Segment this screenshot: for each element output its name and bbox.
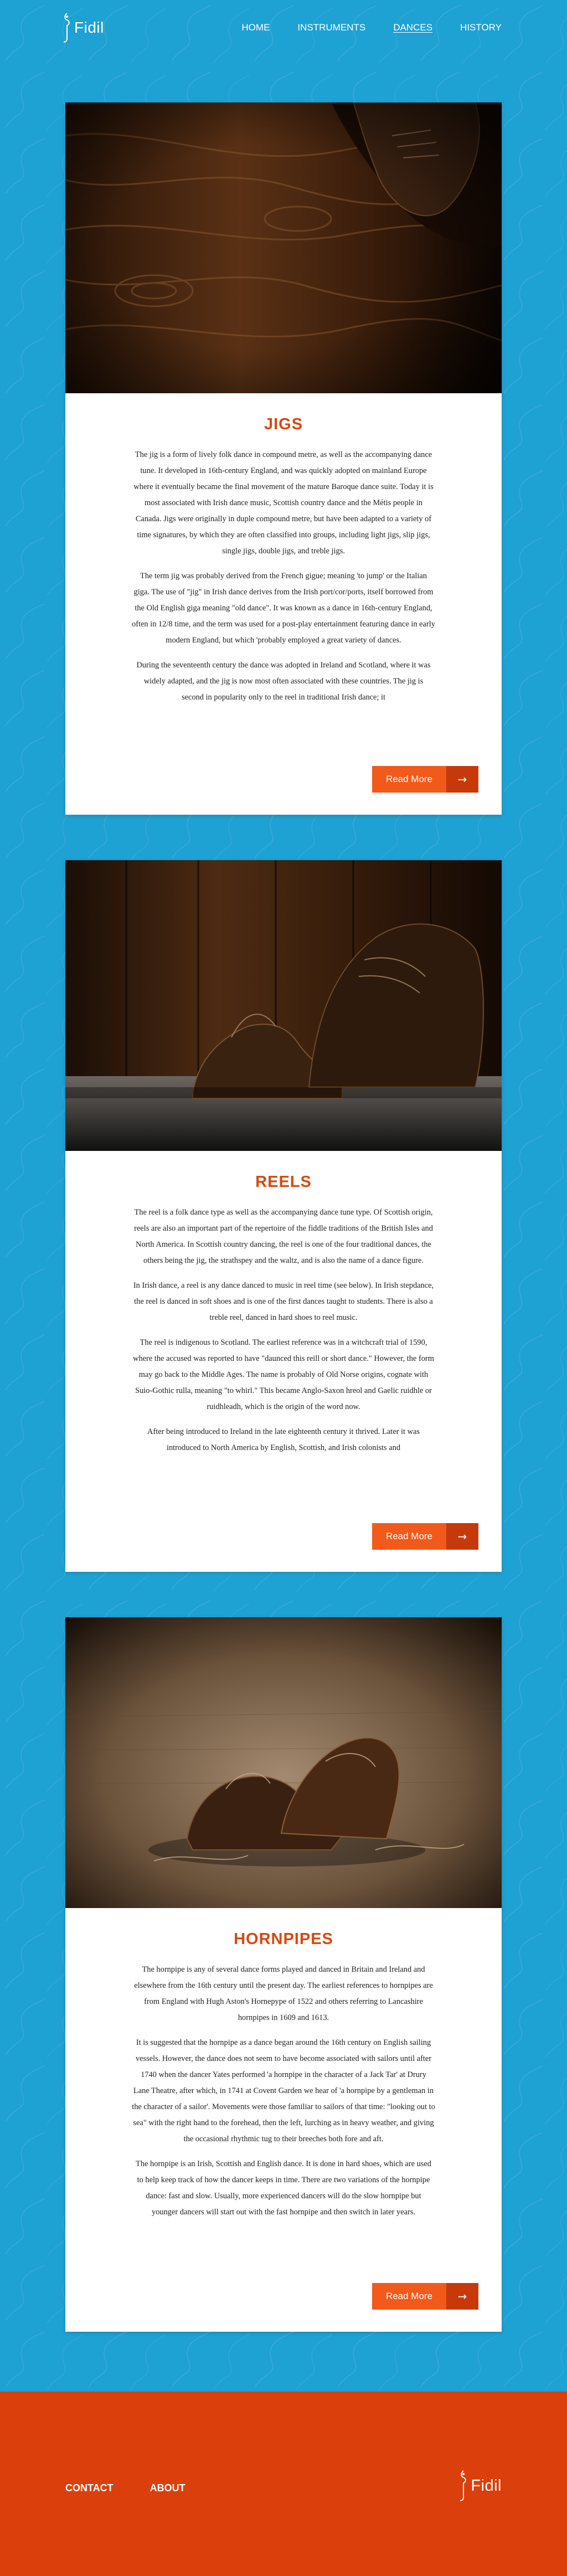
paragraph: The hornpipe is any of several dance for… [134, 1965, 433, 2022]
section-title: REELS [255, 1173, 312, 1191]
fiddle-scroll-icon [63, 13, 70, 43]
dance-shoe-photo [65, 1617, 502, 1908]
footer-links: CONTACT ABOUT [65, 2482, 222, 2494]
read-more-button[interactable]: Read More → [372, 766, 478, 793]
dance-shoe-photo [65, 860, 502, 1151]
top-navigation: Fidil HOME INSTRUMENTS DANCES HISTORY [0, 0, 567, 55]
nav-item-home[interactable]: HOME [241, 22, 270, 33]
paragraph: The jig is a form of lively folk dance i… [133, 450, 434, 556]
arrow-right-icon: → [446, 766, 478, 793]
section-text: The jig is a form of lively folk dance i… [99, 447, 468, 714]
nav-item-instruments[interactable]: INSTRUMENTS [297, 22, 365, 33]
footer-link-about[interactable]: ABOUT [150, 2482, 185, 2494]
section-title: HORNPIPES [234, 1930, 333, 1948]
section-card-hornpipes: HORNPIPES The hornpipe is any of several… [65, 1617, 502, 2332]
paragraph: It is suggested that the hornpipe as a d… [132, 2038, 435, 2143]
nav-item-dances[interactable]: DANCES [393, 22, 432, 33]
footer-link-contact[interactable]: CONTACT [65, 2482, 114, 2494]
main-menu: HOME INSTRUMENTS DANCES HISTORY [214, 22, 502, 33]
read-more-button[interactable]: Read More → [372, 2283, 478, 2310]
read-more-label: Read More [385, 2291, 433, 2301]
paragraph: The hornpipe is an Irish, Scottish and E… [136, 2159, 431, 2217]
paragraph: The reel is indigenous to Scotland. The … [133, 1338, 434, 1411]
dance-shoe-photo [65, 102, 502, 393]
nav-item-history[interactable]: HISTORY [460, 22, 502, 33]
footer: CONTACT ABOUT Fidil [0, 2392, 567, 2576]
read-more-label: Read More [385, 1531, 433, 1541]
paragraph: During the seventeenth century the dance… [136, 661, 431, 702]
paragraph: The term jig was probably derived from t… [132, 572, 435, 645]
section-body: HORNPIPES The hornpipe is any of several… [65, 1908, 502, 2251]
section-card-reels: REELS The reel is a folk dance type as w… [65, 860, 502, 1572]
arrow-right-icon: → [446, 1523, 478, 1550]
section-body: JIGS The jig is a form of lively folk da… [65, 393, 502, 737]
brand-logo[interactable]: Fidil [62, 12, 104, 43]
arrow-right-icon: → [446, 2283, 478, 2310]
section-card-jigs: JIGS The jig is a form of lively folk da… [65, 102, 502, 815]
brand-name: Fidil [74, 19, 104, 36]
footer-brand-logo[interactable]: Fidil [458, 2470, 502, 2501]
paragraph: After being introduced to Ireland in the… [147, 1427, 420, 1452]
paragraph: The reel is a folk dance type as well as… [134, 1208, 433, 1265]
section-body: REELS The reel is a folk dance type as w… [65, 1151, 502, 1487]
read-more-button[interactable]: Read More → [372, 1523, 478, 1550]
section-text: The hornpipe is any of several dance for… [99, 1962, 468, 2229]
footer-brand-name: Fidil [471, 2476, 502, 2495]
section-text: The reel is a folk dance type as well as… [99, 1205, 468, 1465]
section-title: JIGS [264, 415, 303, 433]
paragraph: In Irish dance, a reel is any dance danc… [133, 1281, 434, 1322]
read-more-label: Read More [385, 774, 433, 784]
fiddle-scroll-icon [460, 2470, 467, 2501]
